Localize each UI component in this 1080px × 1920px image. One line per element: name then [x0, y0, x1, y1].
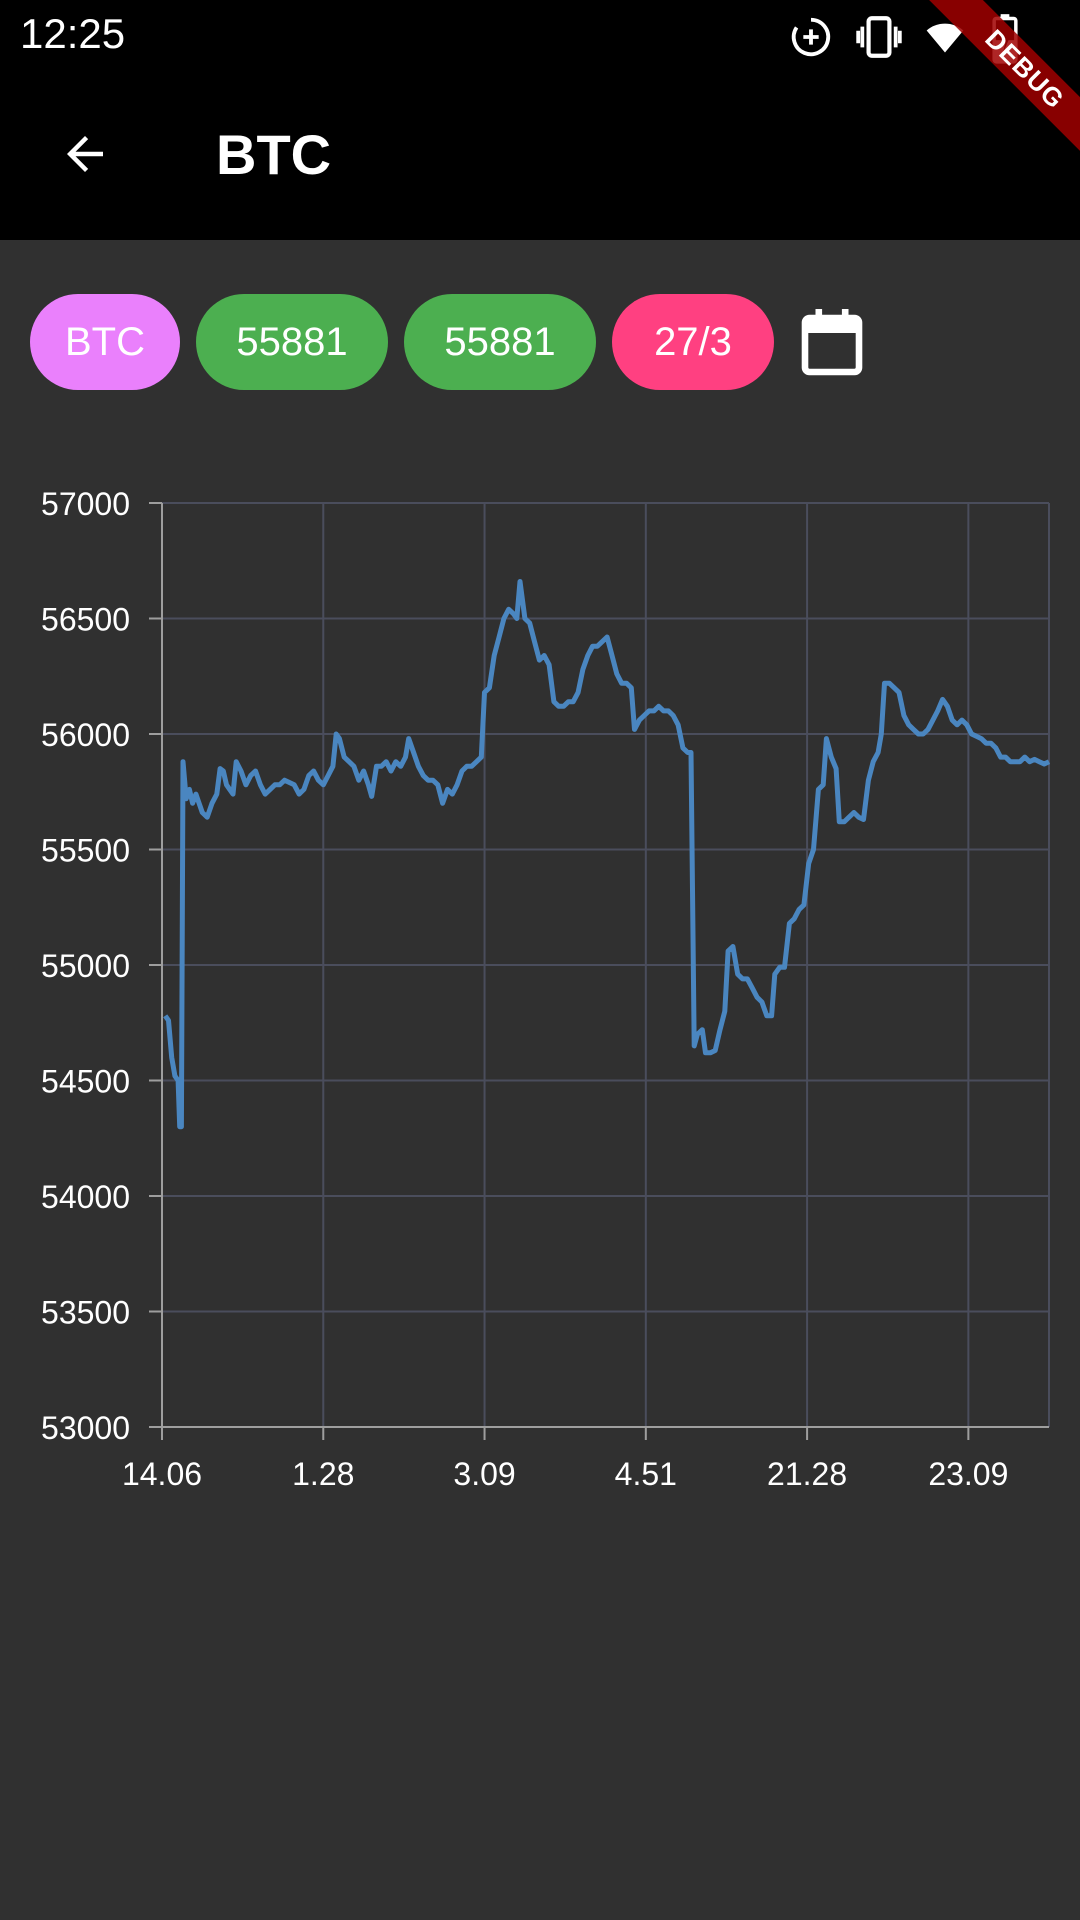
calendar-icon — [801, 309, 863, 376]
filter-chips: BTC 55881 55881 27/3 — [30, 294, 870, 390]
symbol-chip[interactable]: BTC — [30, 294, 180, 390]
status-bar: 12:25 — [0, 0, 1080, 76]
y-tick-label: 53500 — [41, 1295, 130, 1331]
y-tick-label: 57000 — [41, 486, 130, 522]
y-tick-label: 54000 — [41, 1179, 130, 1215]
arrow-back-icon — [67, 136, 103, 172]
back-button[interactable] — [50, 112, 120, 196]
status-time: 12:25 — [20, 10, 126, 57]
y-tick-label: 55000 — [41, 948, 130, 984]
battery-charging-icon — [992, 14, 1018, 64]
y-tick-label: 54500 — [41, 1064, 130, 1100]
status-icons — [780, 0, 1080, 76]
x-tick-label: 4.51 — [615, 1456, 677, 1492]
app-bar: BTC — [0, 76, 1080, 240]
y-tick-label: 56000 — [41, 717, 130, 753]
x-tick-label: 1.28 — [292, 1456, 354, 1492]
y-tick-label: 53000 — [41, 1410, 130, 1446]
y-tick-label: 56500 — [41, 602, 130, 638]
price-chip-1[interactable]: 55881 — [196, 294, 388, 390]
x-tick-label: 14.06 — [122, 1456, 202, 1492]
y-tick-label: 55500 — [41, 833, 130, 869]
date-chip[interactable]: 27/3 — [612, 294, 774, 390]
wifi-icon — [926, 23, 964, 53]
page-title: BTC — [216, 123, 332, 186]
x-tick-label: 23.09 — [928, 1456, 1008, 1492]
price-chart: 53000 53500 54000 54500 55000 55500 56000 56500… — [41, 486, 1051, 1492]
x-tick-label: 3.09 — [453, 1456, 515, 1492]
price-chip-2[interactable]: 55881 — [404, 294, 596, 390]
price-series-line — [163, 579, 1051, 1130]
data-saver-icon — [791, 17, 831, 57]
vibrate-icon — [856, 16, 902, 58]
calendar-button[interactable] — [794, 294, 870, 390]
x-tick-label: 21.28 — [767, 1456, 847, 1492]
